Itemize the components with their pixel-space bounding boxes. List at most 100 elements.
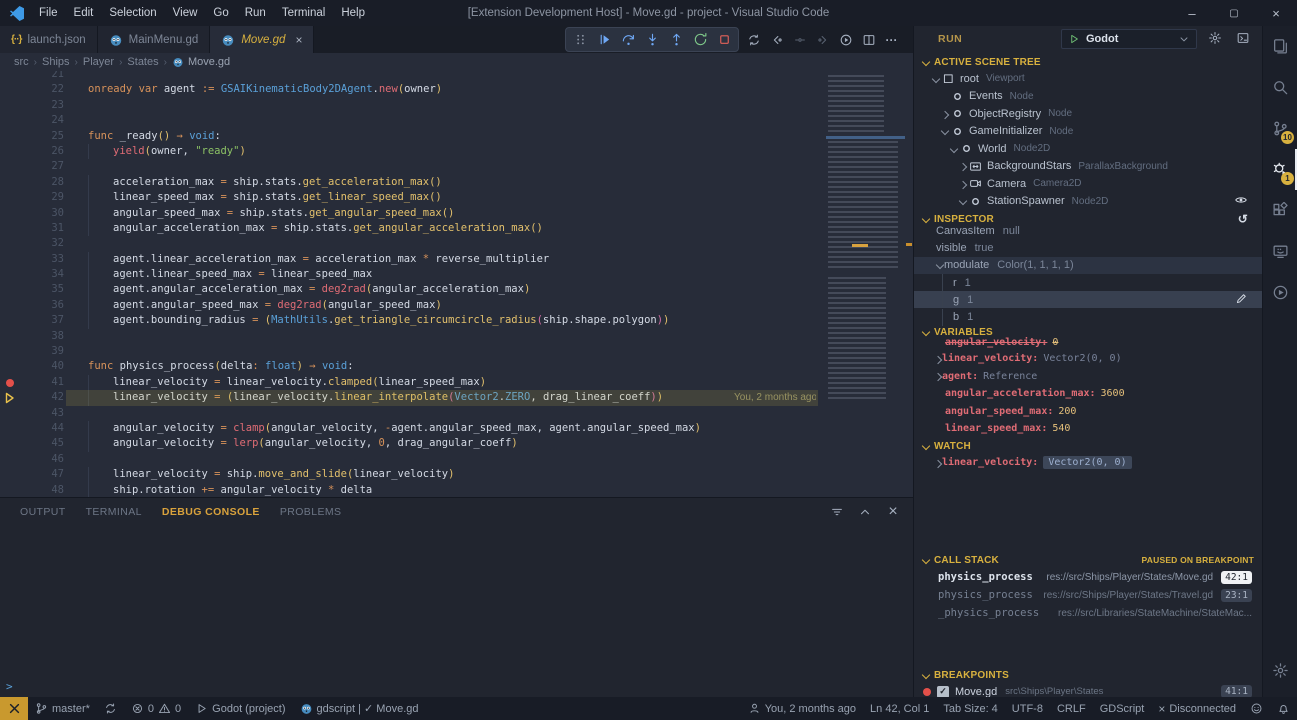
nav-position-button[interactable] — [788, 28, 811, 51]
section-header-call-stack[interactable]: CALL STACKPAUSED ON BREAKPOINT — [914, 552, 1262, 568]
section-header-active-scene-tree[interactable]: ACTIVE SCENE TREE — [914, 54, 1262, 70]
panel-tab-debug-console[interactable]: DEBUG CONSOLE — [162, 506, 260, 518]
status-eol[interactable]: CRLF — [1050, 697, 1093, 720]
edit-value-pencil-button[interactable] — [1235, 292, 1248, 308]
step-over-button[interactable] — [616, 28, 640, 51]
close-button[interactable]: × — [1255, 0, 1297, 26]
scene-tree-item-events[interactable]: EventsNode — [914, 88, 1262, 106]
inspector-row-g[interactable]: g1 — [914, 291, 1262, 308]
status-notifications[interactable] — [1270, 697, 1297, 720]
breadcrumb-item[interactable]: src — [14, 56, 29, 68]
sync-button[interactable] — [742, 28, 765, 51]
scene-tree-item-gameinitializer[interactable]: GameInitializerNode — [914, 123, 1262, 141]
status-sync-status[interactable] — [97, 697, 124, 720]
gutter-glyph-margin[interactable] — [0, 159, 20, 174]
continue-button[interactable] — [592, 28, 616, 51]
breakpoint-row-move-gd[interactable]: ✓Move.gdsrc\Ships\Player\States41:1 — [914, 683, 1262, 697]
inspect-node-eye-button[interactable] — [1234, 193, 1248, 210]
menu-terminal[interactable]: Terminal — [274, 0, 333, 26]
gutter-glyph-margin[interactable] — [0, 175, 20, 190]
status-feedback[interactable] — [1243, 697, 1270, 720]
status-connection-status[interactable]: ×Disconnected — [1151, 697, 1243, 720]
gutter-glyph-margin[interactable] — [0, 452, 20, 467]
menu-view[interactable]: View — [165, 0, 206, 26]
activity-source-control[interactable]: 10 — [1263, 108, 1297, 149]
gutter-glyph-margin[interactable] — [0, 206, 20, 221]
gutter-glyph-margin[interactable] — [0, 390, 20, 405]
minimap[interactable] — [826, 71, 905, 416]
gutter-glyph-margin[interactable] — [0, 313, 20, 328]
inspector-row-modulate[interactable]: modulateColor(1, 1, 1, 1) — [914, 257, 1262, 274]
section-header-breakpoints[interactable]: BREAKPOINTS — [914, 667, 1262, 683]
gutter-glyph-margin[interactable] — [0, 375, 20, 390]
gutter-glyph-margin[interactable] — [0, 359, 20, 374]
watch-row-linear_velocity[interactable]: linear_velocity:Vector2(0, 0) — [914, 454, 1262, 472]
gutter-glyph-margin[interactable] — [0, 71, 20, 82]
status-indentation[interactable]: Tab Size: 4 — [936, 697, 1004, 720]
gutter-glyph-margin[interactable] — [0, 252, 20, 267]
breadcrumb-item[interactable]: Ships — [42, 56, 70, 68]
scene-tree-item-root[interactable]: rootViewport — [914, 70, 1262, 88]
status-cursor-position[interactable]: Ln 42, Col 1 — [863, 697, 936, 720]
menu-run[interactable]: Run — [237, 0, 274, 26]
minimize-button[interactable]: – — [1171, 0, 1213, 26]
scene-tree-item-backgroundstars[interactable]: BackgroundStarsParallaxBackground — [914, 158, 1262, 176]
gutter-glyph-margin[interactable] — [0, 144, 20, 159]
launch-config-dropdown[interactable]: Godot — [1061, 29, 1197, 49]
breadcrumb-item[interactable]: States — [127, 56, 158, 68]
inspector-row-r[interactable]: r1 — [914, 274, 1262, 291]
nav-forward-button[interactable] — [811, 28, 834, 51]
status-godot-language-status[interactable]: gdscript | ✓ Move.gd — [293, 697, 426, 720]
split-editor-button[interactable] — [857, 28, 880, 51]
gutter-glyph-margin[interactable] — [0, 221, 20, 236]
chevron-up-button[interactable] — [855, 502, 875, 522]
menu-edit[interactable]: Edit — [66, 0, 102, 26]
gutter-glyph-margin[interactable] — [0, 98, 20, 113]
gutter-glyph-margin[interactable] — [0, 267, 20, 282]
status-encoding[interactable]: UTF-8 — [1005, 697, 1050, 720]
panel-tab-output[interactable]: OUTPUT — [20, 506, 66, 518]
gutter-glyph-margin[interactable] — [0, 82, 20, 97]
gutter-glyph-margin[interactable] — [0, 436, 20, 451]
variable-row-angular_speed_max[interactable]: angular_speed_max:200 — [914, 403, 1262, 421]
gutter-glyph-margin[interactable] — [0, 344, 20, 359]
status-problems-status[interactable]: 00 — [124, 697, 188, 720]
gutter-glyph-margin[interactable] — [0, 329, 20, 344]
variable-row-agent[interactable]: agent:Reference — [914, 368, 1262, 386]
gutter-glyph-margin[interactable] — [0, 190, 20, 205]
close-tab-icon[interactable]: × — [295, 33, 302, 47]
run-or-debug-button[interactable] — [834, 28, 857, 51]
gutter-glyph-margin[interactable] — [0, 236, 20, 251]
stack-frame-0[interactable]: physics_processres://src/Ships/Player/St… — [914, 568, 1262, 586]
panel-tab-terminal[interactable]: TERMINAL — [86, 506, 142, 518]
stop-button[interactable] — [712, 28, 736, 51]
breadcrumb-item[interactable]: Player — [83, 56, 114, 68]
scene-tree-item-world[interactable]: WorldNode2D — [914, 140, 1262, 158]
remote-indicator[interactable] — [0, 697, 28, 720]
panel-tab-problems[interactable]: PROBLEMS — [280, 506, 342, 518]
restart-button[interactable] — [688, 28, 712, 51]
tab-mainmenu-gd[interactable]: MainMenu.gd — [98, 26, 211, 53]
menu-help[interactable]: Help — [333, 0, 373, 26]
code-editor[interactable]: 2122onready var agent := GSAIKinematicBo… — [0, 71, 913, 497]
status-git-blame[interactable]: You, 2 months ago — [741, 697, 863, 720]
gutter-glyph-margin[interactable] — [0, 483, 20, 497]
variable-row-linear_speed_max[interactable]: linear_speed_max:540 — [914, 420, 1262, 438]
scene-tree-item-camera[interactable]: CameraCamera2D — [914, 175, 1262, 193]
menu-selection[interactable]: Selection — [101, 0, 164, 26]
breakpoint-indicator[interactable] — [6, 379, 14, 387]
gutter-glyph-margin[interactable] — [0, 421, 20, 436]
scene-tree-item-stationspawner[interactable]: StationSpawnerNode2D — [914, 193, 1262, 211]
breadcrumb-file[interactable]: Move.gd — [172, 56, 230, 68]
status-language-mode[interactable]: GDScript — [1093, 697, 1152, 720]
variable-row-angular_acceleration_max[interactable]: angular_acceleration_max:3600 — [914, 385, 1262, 403]
variable-row-linear_velocity[interactable]: linear_velocity:Vector2(0, 0) — [914, 350, 1262, 368]
maximize-button[interactable]: ▢ — [1213, 0, 1255, 26]
status-branch-status[interactable]: master* — [28, 697, 97, 720]
stack-frame-1[interactable]: physics_processres://src/Ships/Player/St… — [914, 586, 1262, 604]
gutter-glyph-margin[interactable] — [0, 467, 20, 482]
activity-explorer[interactable] — [1263, 26, 1297, 67]
debug-settings-gear-button[interactable] — [1208, 31, 1222, 50]
status-godot-launch[interactable]: Godot (project) — [188, 697, 292, 720]
section-header-watch[interactable]: WATCH — [914, 438, 1262, 454]
